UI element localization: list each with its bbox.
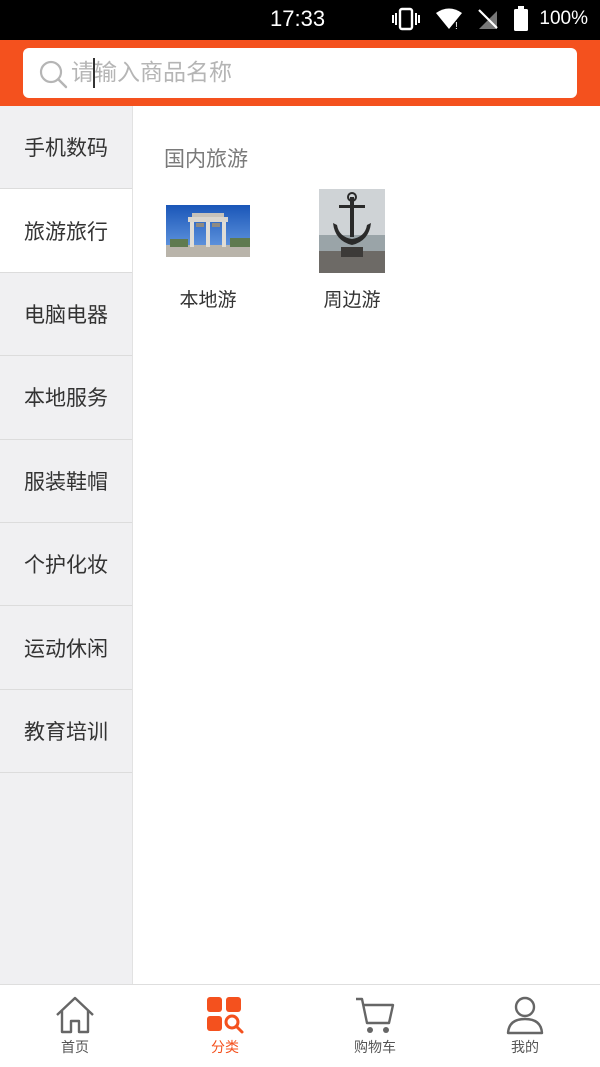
status-icons: ! 100% <box>391 6 588 32</box>
category-icon <box>207 997 244 1034</box>
sidebar-item-local-services[interactable]: 本地服务 <box>0 356 132 440</box>
category-content: 国内旅游 本地游 周边游 <box>134 106 600 984</box>
vibrate-icon <box>392 7 421 31</box>
tab-label: 购物车 <box>354 1040 396 1056</box>
sidebar-item-sports[interactable]: 运动休闲 <box>0 606 132 690</box>
sidebar-item-cosmetics[interactable]: 个护化妆 <box>0 523 132 607</box>
tab-label: 我的 <box>511 1040 539 1056</box>
text-caret <box>93 58 95 88</box>
search-icon <box>39 60 68 89</box>
battery-icon <box>514 6 529 31</box>
battery-percent: 100% <box>539 8 588 29</box>
tab-category[interactable]: 分类 <box>150 985 300 1067</box>
status-time: 17:33 <box>270 6 326 31</box>
tab-home[interactable]: 首页 <box>0 985 150 1067</box>
status-bar: 17:33 ! 100% <box>0 0 600 40</box>
section-title: 国内旅游 <box>164 147 248 171</box>
sidebar-item-label: 运动休闲 <box>24 636 108 661</box>
tab-label: 分类 <box>211 1040 239 1056</box>
sidebar-item-electronics[interactable]: 电脑电器 <box>0 273 132 357</box>
svg-text:!: ! <box>455 21 458 31</box>
bottom-tab-bar: 首页 分类 购物车 我的 <box>0 984 600 1067</box>
sidebar-item-label: 电脑电器 <box>24 302 108 327</box>
sidebar-item-label: 个护化妆 <box>24 553 108 578</box>
sidebar-item-label: 旅游旅行 <box>24 219 108 244</box>
sidebar-item-apparel[interactable]: 服装鞋帽 <box>0 440 132 523</box>
subcategory-local-tour[interactable]: 本地游 <box>158 186 258 312</box>
sidebar-item-label: 服装鞋帽 <box>24 469 108 494</box>
cart-icon <box>356 997 395 1033</box>
tab-profile[interactable]: 我的 <box>450 985 600 1067</box>
search-header <box>0 40 600 106</box>
sidebar-item-label: 本地服务 <box>24 386 108 411</box>
sidebar-item-label: 教育培训 <box>24 719 108 744</box>
home-icon <box>56 996 94 1034</box>
sidebar-item-travel[interactable]: 旅游旅行 <box>0 189 132 273</box>
no-signal-icon <box>478 9 499 29</box>
category-sidebar: 手机数码 旅游旅行 电脑电器 本地服务 服装鞋帽 个护化妆 运动休闲 教育培训 <box>0 106 133 984</box>
search-input[interactable] <box>71 48 561 98</box>
subcategory-label: 本地游 <box>179 289 237 311</box>
sidebar-item-label: 手机数码 <box>24 136 108 161</box>
subcategory-label: 周边游 <box>323 289 381 311</box>
anchor-sculpture-photo <box>302 186 402 276</box>
tab-cart[interactable]: 购物车 <box>300 985 450 1067</box>
sidebar-item-digital[interactable]: 手机数码 <box>0 106 132 190</box>
wifi-icon: ! <box>436 8 463 31</box>
user-icon <box>506 996 544 1035</box>
sidebar-item-education[interactable]: 教育培训 <box>0 690 132 774</box>
tab-label: 首页 <box>61 1040 89 1056</box>
search-box[interactable] <box>23 48 577 98</box>
stone-archway-photo <box>158 186 258 276</box>
subcategory-nearby-tour[interactable]: 周边游 <box>302 186 402 312</box>
